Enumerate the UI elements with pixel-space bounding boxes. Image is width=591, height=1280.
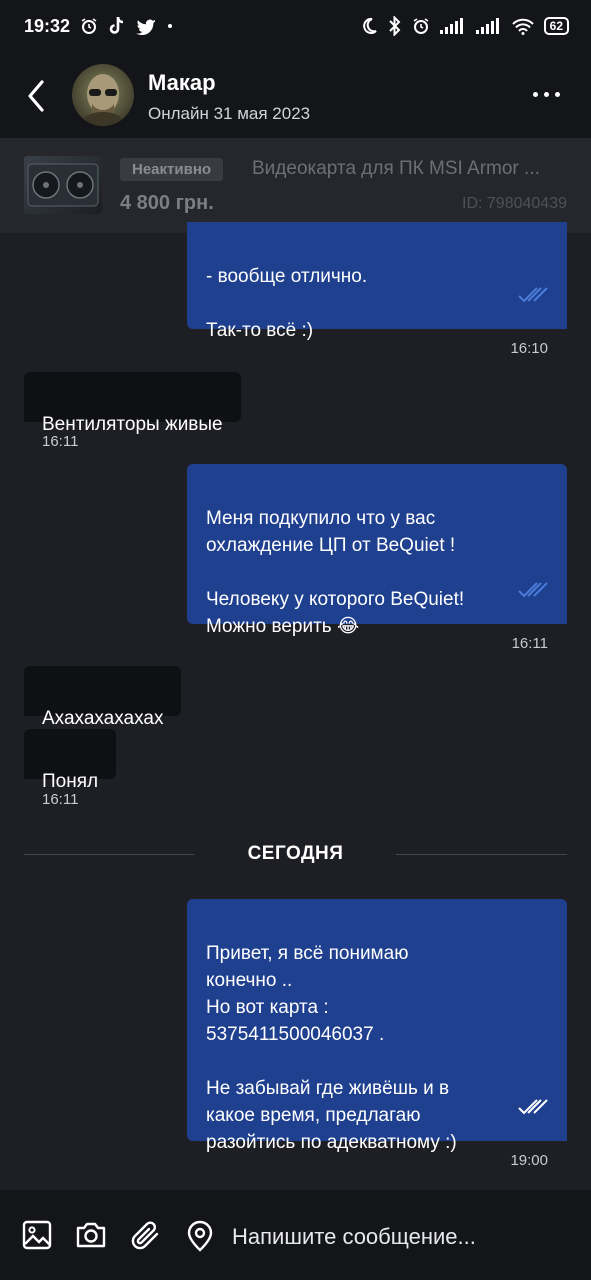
- chat-header: Макар Онлайн 31 мая 2023: [0, 52, 591, 138]
- message-time: 16:11: [511, 635, 548, 652]
- message-time: 16:10: [510, 340, 548, 357]
- notification-dot-icon: [166, 22, 174, 30]
- location-icon[interactable]: [186, 1220, 214, 1257]
- read-ticks-icon: [517, 258, 549, 313]
- camera-icon[interactable]: [75, 1220, 107, 1255]
- message-time: 16:11: [42, 433, 79, 450]
- paperclip-icon[interactable]: [130, 1220, 162, 1257]
- read-ticks-icon: [517, 553, 549, 608]
- battery-icon: 62: [543, 17, 569, 35]
- message-incoming[interactable]: Ахахахахахах: [24, 666, 182, 729]
- message-text: Вентиляторы живые: [42, 414, 223, 435]
- listing-bar[interactable]: Неактивно Видеокарта для ПК MSI Armor ..…: [0, 138, 591, 233]
- signal-icon: [475, 18, 502, 34]
- message-outgoing[interactable]: - вообще отлично. Так-то всё :): [187, 222, 567, 341]
- alarm-icon: [80, 17, 98, 35]
- signal-icon: [439, 18, 466, 34]
- sent-ticks-icon: [517, 1070, 549, 1125]
- listing-title: Видеокарта для ПК MSI Armor ...: [252, 158, 540, 179]
- tiktok-icon: [108, 16, 126, 36]
- message-time: 19:00: [510, 1152, 548, 1169]
- message-text: Понял: [42, 771, 99, 792]
- message-text: Ахахахахахах: [42, 708, 164, 729]
- status-time: 19:32: [24, 15, 71, 36]
- more-options-icon[interactable]: [533, 92, 560, 97]
- message-incoming[interactable]: Вентиляторы живые: [24, 372, 241, 435]
- message-outgoing[interactable]: Меня подкупило что у вас охлаждение ЦП о…: [187, 464, 567, 637]
- image-icon[interactable]: [22, 1220, 52, 1255]
- alarm-icon: [412, 17, 430, 35]
- message-input[interactable]: Напишите сообщение...: [232, 1224, 476, 1250]
- wifi-icon: [511, 18, 534, 35]
- message-text: - вообще отлично. Так-то всё :): [206, 266, 368, 341]
- dnd-moon-icon: [360, 17, 378, 35]
- twitter-icon: [136, 18, 156, 35]
- message-composer: Напишите сообщение...: [0, 1190, 591, 1280]
- message-text: Привет, я всё понимаю конечно .. Но вот …: [206, 943, 457, 1153]
- back-arrow-icon[interactable]: [22, 78, 52, 114]
- message-outgoing[interactable]: Привет, я всё понимаю конечно .. Но вот …: [187, 899, 567, 1153]
- status-bar: 19:32 62: [0, 0, 591, 52]
- contact-name[interactable]: Макар: [148, 70, 216, 96]
- online-status: Онлайн 31 мая 2023: [148, 104, 311, 123]
- message-time: 16:11: [42, 791, 79, 808]
- message-incoming[interactable]: Понял: [24, 729, 117, 792]
- message-text: Меня подкупило что у вас охлаждение ЦП о…: [206, 508, 465, 637]
- listing-price: 4 800 грн.: [120, 192, 214, 214]
- listing-id: ID: 798040439: [462, 195, 567, 212]
- avatar[interactable]: [72, 64, 134, 126]
- inactive-badge: Неактивно: [120, 158, 224, 181]
- listing-thumbnail: [24, 156, 102, 214]
- bluetooth-icon: [388, 16, 402, 36]
- date-divider: СЕГОДНЯ: [247, 843, 344, 864]
